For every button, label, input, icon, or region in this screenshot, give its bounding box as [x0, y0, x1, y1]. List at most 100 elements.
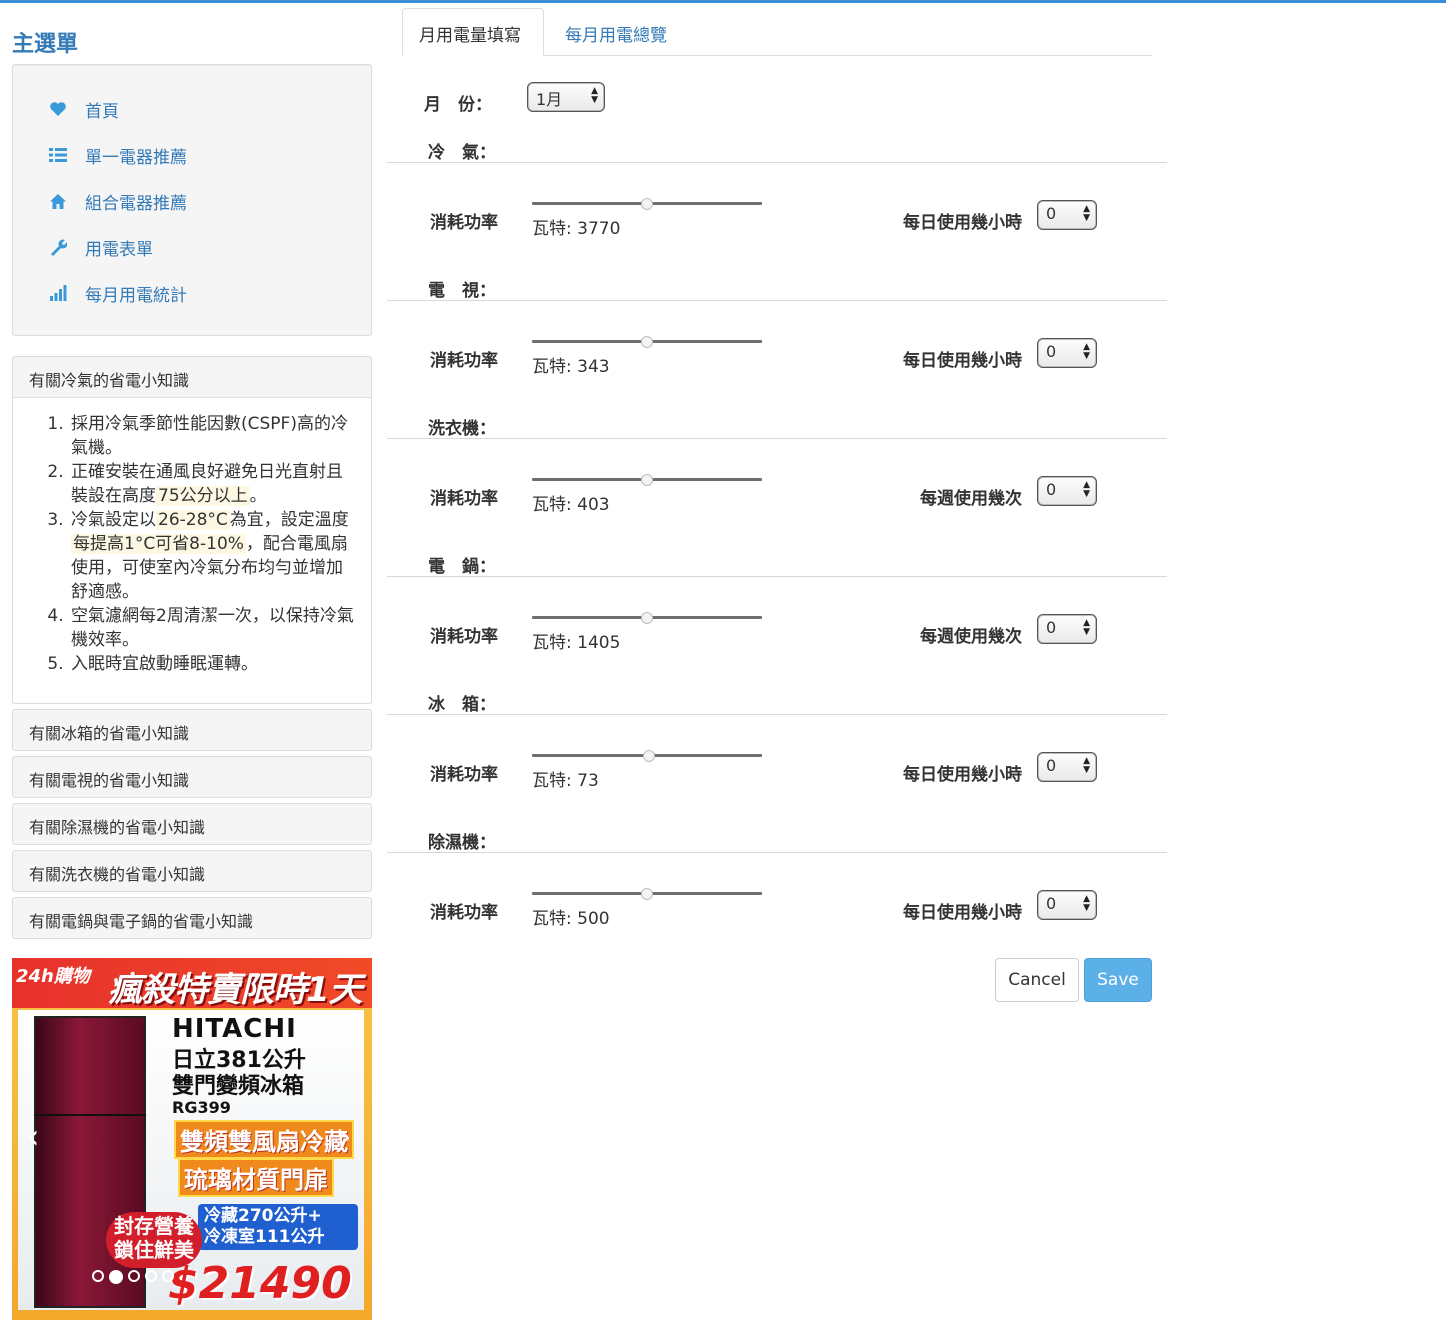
frequency-label: 每週使用幾次	[920, 489, 1022, 509]
select-arrows-icon: ▲ ▼	[1083, 204, 1090, 223]
frequency-select[interactable]: 0 ▲ ▼	[1037, 752, 1097, 782]
select-arrows-icon: ▲ ▼	[1083, 756, 1090, 775]
sidebar-item-single-appliance[interactable]: 單一電器推薦	[47, 142, 187, 168]
ac-tips-list: 採用冷氣季節性能因數(CSPF)高的冷氣機。 正確安裝在通風良好避免日光直射且裝…	[13, 398, 371, 676]
power-label: 消耗功率	[430, 627, 498, 647]
power-label: 消耗功率	[430, 489, 498, 509]
sidebar-item-monthly-stats[interactable]: 每月用電統計	[47, 280, 187, 306]
carousel-dot[interactable]	[92, 1270, 104, 1282]
ad-carousel[interactable]: 24h購物 瘋殺特賣限時1天 HITACHI 日立381公升 雙門變頻冰箱 RG…	[12, 958, 372, 1320]
top-accent-line	[0, 0, 1446, 3]
slider-thumb[interactable]	[641, 888, 653, 900]
frequency-label: 每日使用幾小時	[903, 351, 1022, 371]
ad-feature-tag: 琉璃材質門扉	[178, 1158, 334, 1197]
tab-bar: 月用電量填寫 每月用電總覽	[402, 8, 1152, 56]
power-label: 消耗功率	[430, 351, 498, 371]
ad-price: $21490	[168, 1258, 352, 1309]
section-divider	[387, 300, 1167, 301]
accordion-dehumidifier-header[interactable]: 有關除濕機的省電小知識	[12, 803, 372, 845]
slider-thumb[interactable]	[641, 474, 653, 486]
accordion-tv-header[interactable]: 有關電視的省電小知識	[12, 756, 372, 798]
carousel-dot[interactable]	[145, 1270, 157, 1282]
highlight: 每提高1°C可省8-10%	[71, 534, 246, 554]
frequency-select[interactable]: 0 ▲ ▼	[1037, 476, 1097, 506]
sidebar-item-home[interactable]: 首頁	[47, 96, 119, 122]
select-arrows-icon: ▲ ▼	[1083, 618, 1090, 637]
slider-thumb[interactable]	[641, 198, 653, 210]
bar-chart-icon	[47, 282, 69, 304]
sidebar-item-label: 用電表單	[85, 239, 153, 260]
carousel-dot[interactable]	[128, 1270, 140, 1282]
ad-product-type: 雙門變頻冰箱	[172, 1074, 305, 1099]
carousel-next-icon[interactable]: ›	[338, 1120, 352, 1154]
list-item: 採用冷氣季節性能因數(CSPF)高的冷氣機。	[69, 412, 355, 460]
wrench-icon	[47, 236, 69, 258]
frequency-select[interactable]: 0 ▲ ▼	[1037, 614, 1097, 644]
power-label: 消耗功率	[430, 765, 498, 785]
watt-value: 瓦特: 343	[532, 357, 610, 377]
ad-banner-text: 瘋殺特賣限時1天	[108, 970, 363, 1010]
section-divider	[387, 438, 1167, 439]
ad-store-name: 24h購物	[16, 966, 90, 987]
month-label: 月 份：	[424, 95, 492, 115]
appliance-name: 電 鍋：	[428, 557, 496, 577]
ad-spec-line: 冷凍室111公升	[204, 1227, 325, 1247]
frequency-select[interactable]: 0 ▲ ▼	[1037, 890, 1097, 920]
list-icon	[47, 144, 69, 166]
carousel-indicators	[92, 1270, 174, 1284]
sidebar-item-label: 每月用電統計	[85, 285, 187, 306]
frequency-select[interactable]: 0 ▲ ▼	[1037, 338, 1097, 368]
save-button[interactable]: Save	[1084, 958, 1152, 1002]
list-item: 冷氣設定以26-28°C為宜，設定溫度每提高1°C可省8-10%，配合電風扇使用…	[69, 508, 355, 604]
ad-seal-line: 封存營養	[114, 1214, 194, 1238]
appliance-name: 冰 箱：	[428, 695, 496, 715]
ad-spec-box: 冷藏270公升+ 冷凍室111公升	[198, 1204, 358, 1250]
ad-model: RG399	[172, 1098, 231, 1117]
sidebar-item-label: 組合電器推薦	[85, 193, 187, 214]
main-menu-panel: 首頁 單一電器推薦 組合電器推薦 用電表單 每月用電統計	[12, 64, 372, 336]
select-arrows-icon: ▲ ▼	[1083, 342, 1090, 361]
carousel-dot[interactable]	[162, 1270, 174, 1282]
frequency-label: 每日使用幾小時	[903, 765, 1022, 785]
carousel-dot-active[interactable]	[109, 1270, 123, 1284]
power-label: 消耗功率	[430, 213, 498, 233]
carousel-prev-icon[interactable]: ‹	[26, 1120, 40, 1154]
select-arrows-icon: ▲ ▼	[1083, 480, 1090, 499]
main-menu-title: 主選單	[12, 32, 79, 57]
accordion-fridge-header[interactable]: 有關冰箱的省電小知識	[12, 709, 372, 751]
sidebar-item-combo-appliance[interactable]: 組合電器推薦	[47, 188, 187, 214]
tab-monthly-input[interactable]: 月用電量填寫	[402, 8, 544, 56]
ad-spec-line: 冷藏270公升+	[204, 1206, 322, 1226]
accordion-washer-header[interactable]: 有關洗衣機的省電小知識	[12, 850, 372, 892]
select-arrows-icon: ▲ ▼	[1083, 894, 1090, 913]
appliance-name: 電 視：	[428, 281, 496, 301]
frequency-label: 每日使用幾小時	[903, 903, 1022, 923]
slider-thumb[interactable]	[641, 336, 653, 348]
ad-brand: HITACHI	[172, 1014, 297, 1044]
fridge-door-divider	[34, 1114, 146, 1116]
tab-monthly-overview[interactable]: 每月用電總覽	[548, 8, 684, 56]
frequency-select[interactable]: 0 ▲ ▼	[1037, 200, 1097, 230]
highlight: 26-28°C	[156, 510, 230, 530]
frequency-label: 每日使用幾小時	[903, 213, 1022, 233]
month-select[interactable]: 1月 ▲ ▼	[527, 82, 605, 112]
accordion-ac-header[interactable]: 有關冷氣的省電小知識	[12, 356, 372, 398]
list-item: 入眠時宜啟動睡眠運轉。	[69, 652, 355, 676]
cancel-button[interactable]: Cancel	[995, 958, 1079, 1002]
section-divider	[387, 852, 1167, 853]
sidebar-item-label: 首頁	[85, 101, 119, 122]
section-divider	[387, 576, 1167, 577]
appliance-name: 除濕機：	[428, 833, 496, 853]
appliance-name: 洗衣機：	[428, 419, 496, 439]
slider-thumb[interactable]	[641, 612, 653, 624]
watt-value: 瓦特: 500	[532, 909, 610, 929]
sidebar-item-usage-form[interactable]: 用電表單	[47, 234, 153, 260]
watt-value: 瓦特: 403	[532, 495, 610, 515]
section-divider	[387, 714, 1167, 715]
select-arrows-icon: ▲ ▼	[591, 86, 598, 105]
accordion-rice-cooker-header[interactable]: 有關電鍋與電子鍋的省電小知識	[12, 897, 372, 939]
ad-feature-tag: 雙頻雙風扇冷藏	[174, 1120, 354, 1159]
sidebar-item-label: 單一電器推薦	[85, 147, 187, 168]
slider-thumb[interactable]	[643, 750, 656, 762]
heart-icon	[47, 98, 69, 120]
